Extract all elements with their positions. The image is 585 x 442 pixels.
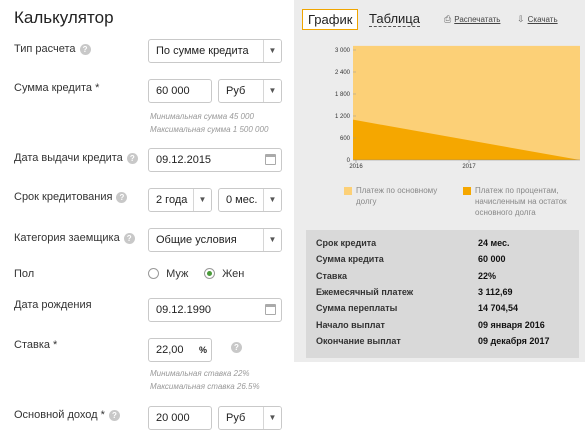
summary-key: Ставка: [316, 270, 347, 281]
legend-swatch-principal: [344, 187, 352, 195]
print-link-text: Распечатать: [454, 15, 501, 24]
summary-value: 60 000: [478, 254, 506, 265]
income-input[interactable]: 20 000: [148, 406, 212, 430]
rate-hint-max: Максимальная ставка 26.5%: [150, 382, 260, 391]
amount-label: Сумма кредита *: [14, 82, 100, 94]
term-label: Срок кредитования?: [14, 191, 128, 203]
y-tick-label: 2 400: [335, 70, 351, 76]
help-icon[interactable]: ?: [108, 410, 120, 421]
download-link-text: Скачать: [527, 15, 558, 24]
gender-label: Пол: [14, 268, 35, 280]
y-tick-label: 3 000: [335, 48, 351, 54]
summary-key: Срок кредита: [316, 238, 377, 248]
summary-value: 09 декабря 2017: [478, 335, 550, 346]
category-label: Категория заемщика?: [14, 232, 135, 244]
summary-value: 24 мес.: [478, 238, 510, 248]
amount-hint-max: Максимальная сумма 1 500 000: [150, 125, 269, 134]
download-icon: ⇩: [517, 14, 525, 24]
birth-date-value: 09.12.1990: [156, 304, 212, 316]
income-currency-value: Руб: [226, 412, 246, 424]
chevron-down-icon[interactable]: ▼: [263, 40, 281, 62]
term-label-text: Срок кредитования: [14, 191, 113, 203]
chevron-down-icon[interactable]: ▼: [193, 189, 211, 211]
x-tick-label: 2016: [349, 164, 363, 170]
rate-input[interactable]: 22,00 %: [148, 338, 212, 362]
calendar-icon[interactable]: [265, 154, 276, 165]
loan-type-value: По сумме кредита: [156, 45, 249, 57]
birth-date-input[interactable]: 09.12.1990: [148, 298, 282, 322]
radio-female[interactable]: [204, 268, 215, 279]
loan-type-select[interactable]: По сумме кредита ▼: [148, 39, 282, 63]
amount-hint-min: Минимальная сумма 45 000: [150, 112, 254, 121]
rate-hint-max-text: Максимальная ставка 26.5%: [150, 382, 260, 391]
print-link[interactable]: ⎙ Распечатать: [444, 13, 500, 25]
rate-value: 22,00: [156, 344, 184, 356]
summary-value: 14 704,54: [478, 303, 519, 314]
gender-female-option[interactable]: Жен: [204, 268, 244, 280]
issue-date-input[interactable]: 09.12.2015: [148, 148, 282, 172]
chevron-down-icon[interactable]: ▼: [263, 189, 281, 211]
term-years-value: 2 года: [156, 194, 188, 206]
issue-date-label: Дата выдачи кредита?: [14, 152, 138, 164]
issue-date-label-text: Дата выдачи кредита: [14, 152, 123, 164]
income-label: Основной доход *?: [14, 409, 120, 421]
birth-date-label: Дата рождения: [14, 299, 92, 311]
help-icon[interactable]: ?: [231, 342, 242, 353]
page-title: Калькулятор: [14, 8, 114, 27]
summary-value: 09 января 2016: [478, 319, 545, 330]
term-months-select[interactable]: 0 мес. ▼: [218, 188, 282, 212]
gender-male-option[interactable]: Муж: [148, 268, 188, 280]
loan-type-label-text: Тип расчета: [14, 43, 76, 55]
category-label-text: Категория заемщика: [14, 232, 120, 244]
printer-icon: ⎙: [444, 14, 452, 24]
term-months-value: 0 мес.: [226, 194, 258, 206]
amount-currency-value: Руб: [226, 85, 246, 97]
y-tick-label: 600: [340, 136, 351, 142]
issue-date-value: 09.12.2015: [156, 154, 212, 166]
gender-female-text: Жен: [222, 268, 245, 280]
loan-type-label: Тип расчета?: [14, 43, 91, 55]
rate-unit: %: [198, 345, 207, 355]
calendar-icon[interactable]: [265, 304, 276, 315]
summary-value: 3 112,69: [478, 286, 513, 297]
term-years-select[interactable]: 2 года ▼: [148, 188, 212, 212]
summary-value: 22%: [478, 270, 497, 281]
category-value: Общие условия: [156, 234, 237, 246]
help-icon[interactable]: ?: [126, 153, 138, 164]
summary-key: Окончание выплат: [316, 335, 401, 346]
chevron-down-icon[interactable]: ▼: [263, 229, 281, 251]
legend-principal: Платеж по основному долгу: [356, 186, 438, 206]
y-tick-label: 1 800: [335, 92, 351, 98]
gender-male-text: Муж: [166, 268, 189, 280]
help-icon[interactable]: ?: [123, 233, 135, 244]
summary-key: Ежемесячный платеж: [316, 286, 414, 297]
y-tick-label: 1 200: [335, 114, 351, 120]
income-currency-select[interactable]: Руб ▼: [218, 406, 282, 430]
legend-interest: Платеж по процентам, начисленным на оста…: [475, 186, 567, 217]
summary-key: Сумма кредита: [316, 254, 384, 265]
chevron-down-icon[interactable]: ▼: [263, 407, 281, 429]
category-select[interactable]: Общие условия ▼: [148, 228, 282, 252]
tab-graph[interactable]: График: [302, 9, 359, 30]
income-label-text: Основной доход *: [14, 409, 105, 421]
legend-swatch-interest: [463, 187, 471, 195]
amount-currency-select[interactable]: Руб ▼: [218, 79, 282, 103]
rate-hint-min: Минимальная ставка 22%: [150, 369, 250, 378]
payment-chart: 3 0002 4001 8001 20060002016 2017: [335, 45, 580, 170]
tab-table[interactable]: Таблица: [369, 11, 420, 27]
summary-key: Сумма переплаты: [316, 303, 398, 314]
chevron-down-icon[interactable]: ▼: [263, 80, 281, 102]
x-tick-label: 2017: [462, 164, 476, 170]
rate-label: Ставка *: [14, 339, 58, 351]
rate-hint-min-text: Минимальная ставка 22%: [150, 369, 250, 378]
amount-input[interactable]: 60 000: [148, 79, 212, 103]
summary-key: Начало выплат: [316, 319, 385, 330]
download-link[interactable]: ⇩ Скачать: [517, 13, 558, 25]
help-icon[interactable]: ?: [79, 44, 91, 55]
help-icon[interactable]: ?: [116, 192, 128, 203]
radio-male[interactable]: [148, 268, 159, 279]
